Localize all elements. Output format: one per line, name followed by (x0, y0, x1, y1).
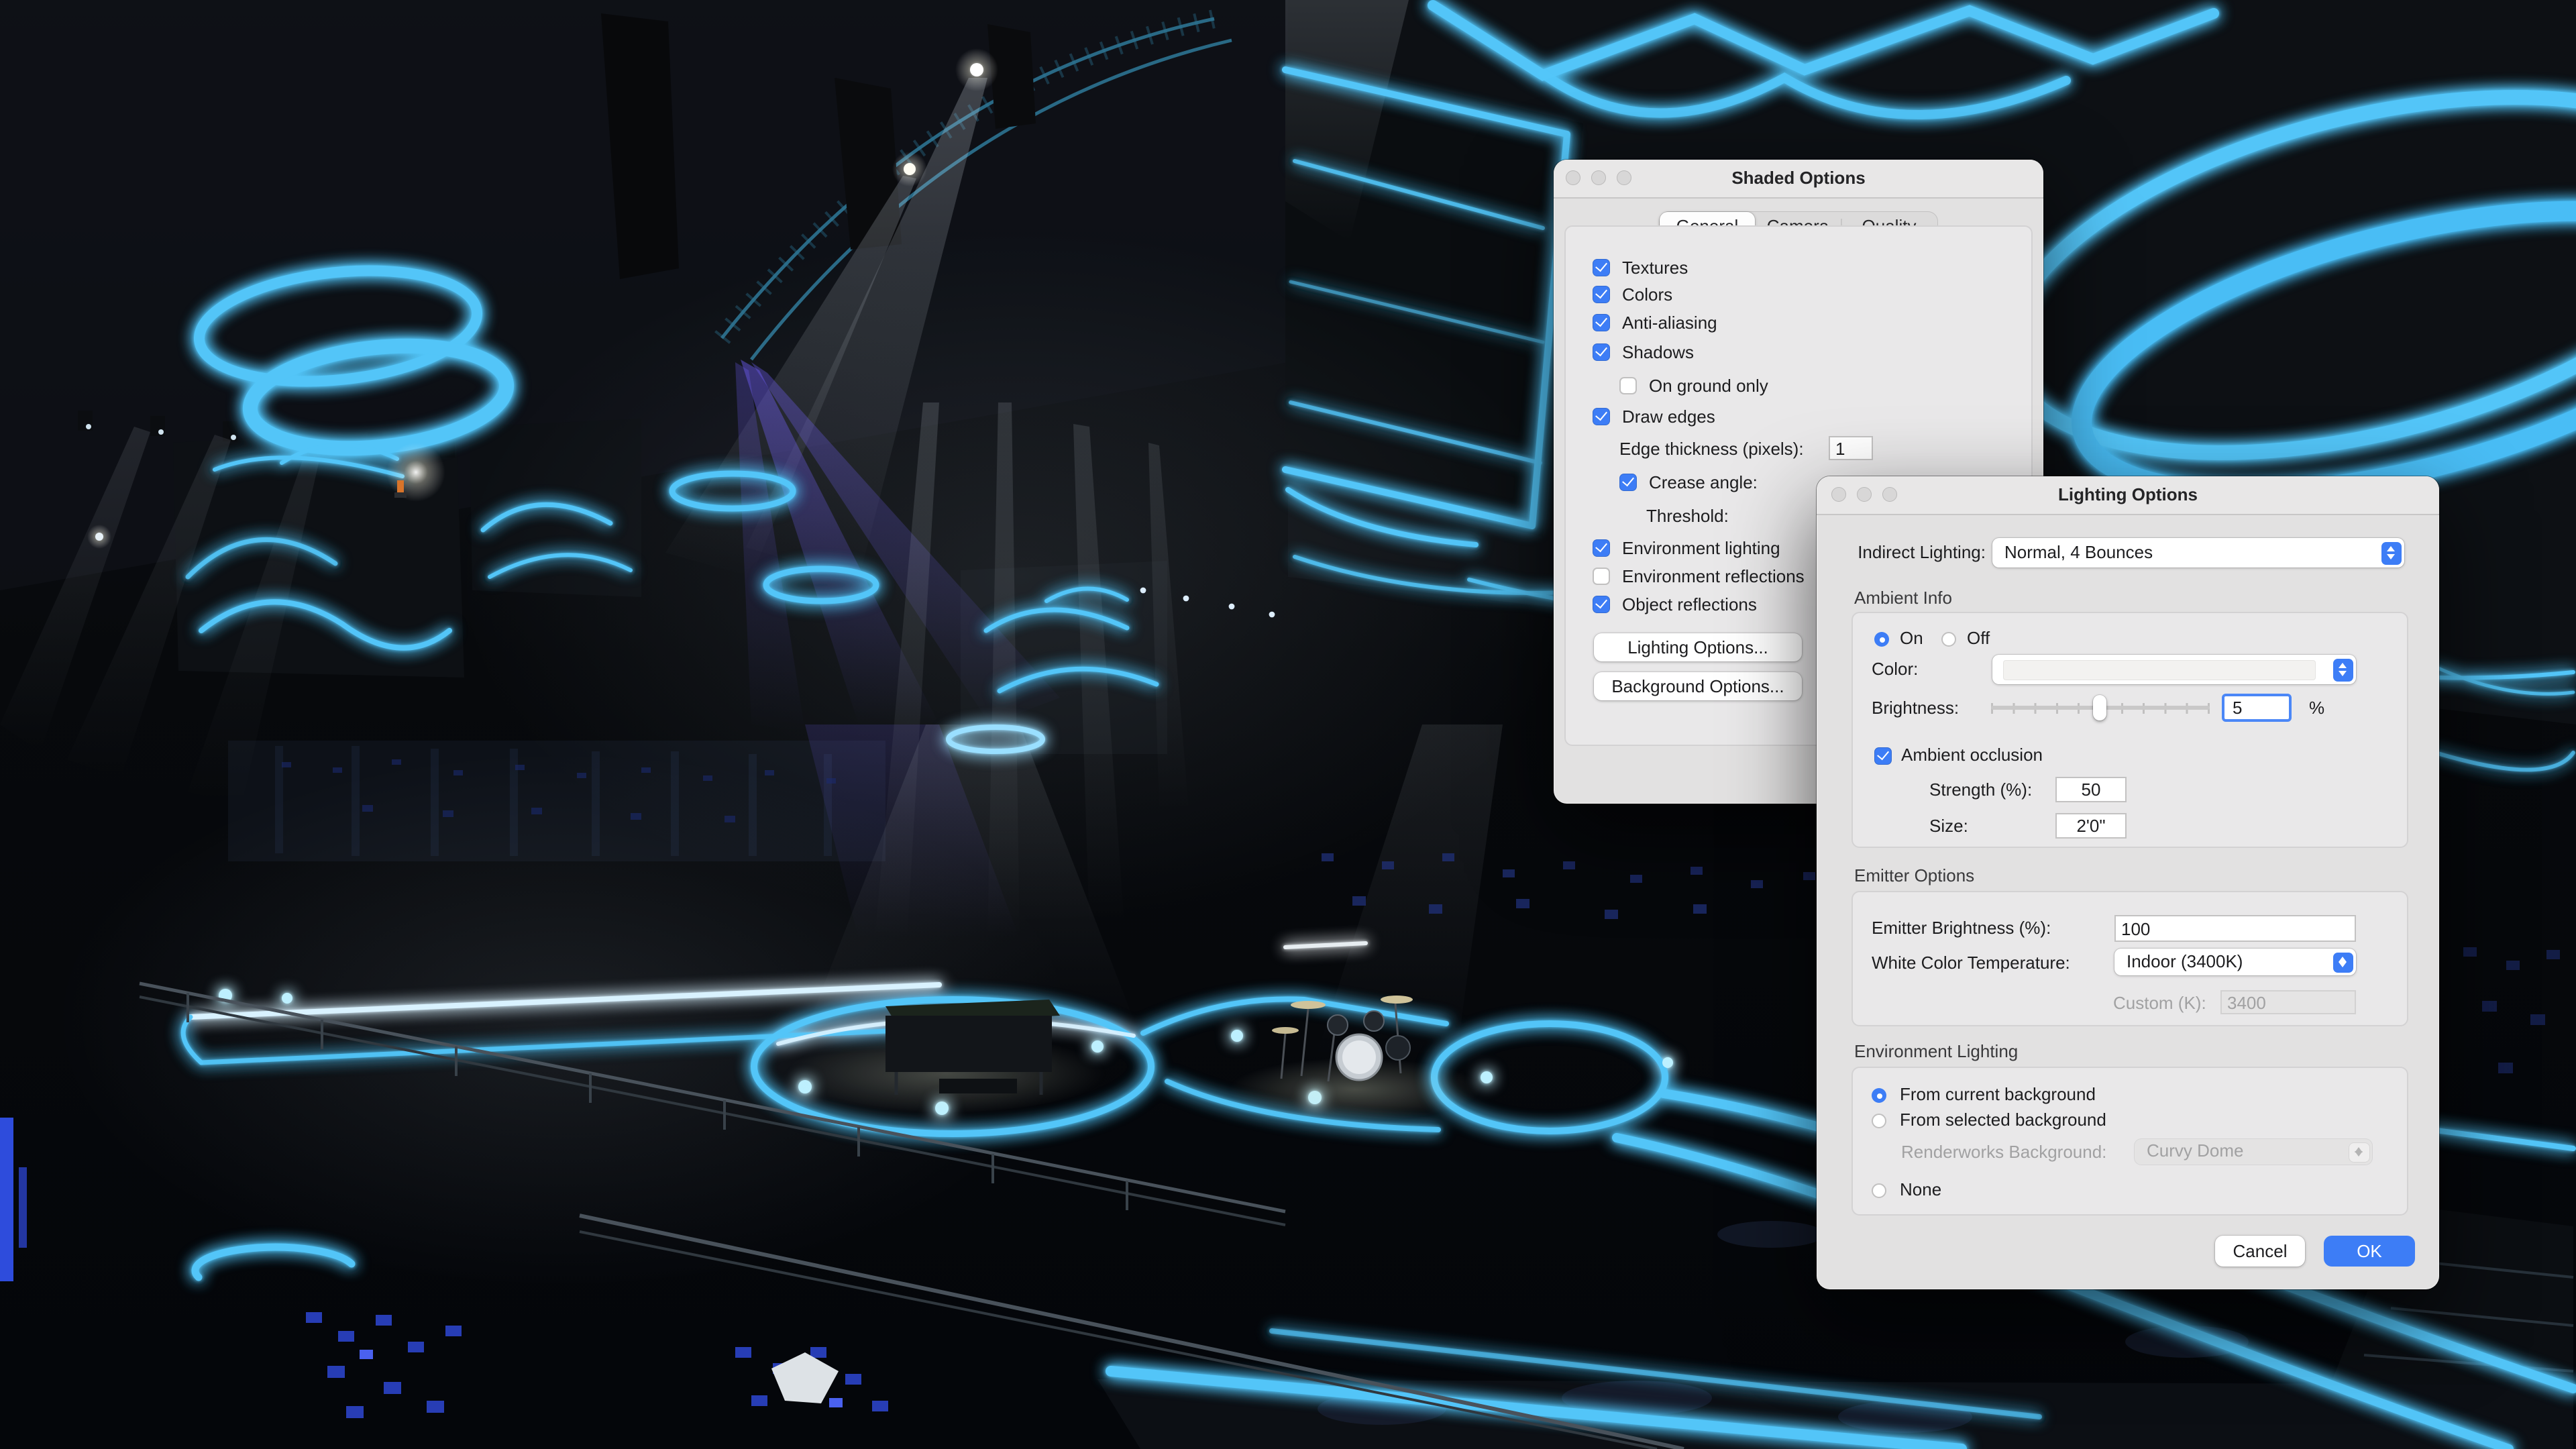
environment-lighting-heading: Environment Lighting (1854, 1041, 2018, 1063)
edge-thickness-input[interactable] (1829, 436, 1873, 460)
chevron-down-icon (2354, 1152, 2362, 1157)
chevron-up-icon (2338, 956, 2346, 961)
anti-aliasing-checkbox[interactable] (1593, 314, 1610, 331)
edge-thickness-label: Edge thickness (pixels): (1619, 439, 1804, 460)
emitter-brightness-label: Emitter Brightness (%): (1872, 918, 2051, 939)
cancel-button[interactable]: Cancel (2215, 1236, 2305, 1267)
white-color-temperature-value: Indoor (3400K) (2127, 949, 2356, 974)
shadows-label: Shadows (1622, 342, 1694, 364)
lighting-options-button[interactable]: Lighting Options... (1594, 633, 1802, 661)
lighting-options-title: Lighting Options (1817, 476, 2439, 514)
draw-edges-label: Draw edges (1622, 407, 1715, 428)
lighting-options-dialog: Lighting Options Indirect Lighting: Norm… (1817, 476, 2439, 1289)
from-current-background-label: From current background (1900, 1084, 2096, 1106)
environment-reflections-label: Environment reflections (1622, 566, 1805, 588)
custom-k-input (2220, 990, 2356, 1014)
threshold-label: Threshold: (1646, 506, 1729, 527)
brightness-label: Brightness: (1872, 698, 1959, 719)
colors-label: Colors (1622, 284, 1672, 306)
ambient-off-radio[interactable] (1941, 632, 1956, 647)
ambient-color-label: Color: (1872, 659, 1918, 680)
stepper-icon[interactable] (2332, 658, 2353, 681)
ambient-on-radio[interactable] (1874, 632, 1889, 647)
ambient-info-heading: Ambient Info (1854, 588, 1952, 609)
crease-angle-checkbox[interactable] (1619, 474, 1637, 491)
application-viewport: Shaded Options General Camera Quality Te… (0, 0, 2576, 1449)
shaded-options-titlebar[interactable]: Shaded Options (1554, 160, 2043, 199)
shaded-options-title: Shaded Options (1554, 160, 2043, 197)
custom-k-label: Custom (K): (2113, 993, 2206, 1014)
brightness-input[interactable] (2222, 694, 2292, 722)
emitter-options-heading: Emitter Options (1854, 865, 1974, 887)
from-selected-background-radio[interactable] (1872, 1114, 1886, 1128)
ambient-occlusion-label: Ambient occlusion (1901, 745, 2043, 766)
brightness-unit: % (2309, 698, 2324, 719)
lighting-options-titlebar[interactable]: Lighting Options (1817, 476, 2439, 515)
renderworks-background-value: Curvy Dome (2147, 1139, 2372, 1163)
chevron-up-icon (2338, 662, 2346, 667)
stepper-icon[interactable] (2381, 541, 2401, 564)
renderworks-background-dropdown: Curvy Dome (2135, 1139, 2372, 1165)
renderworks-background-label: Renderworks Background: (1901, 1142, 2106, 1163)
stepper-icon[interactable] (2332, 952, 2353, 972)
shadows-checkbox[interactable] (1593, 343, 1610, 361)
environment-lighting-label: Environment lighting (1622, 538, 1780, 559)
object-reflections-checkbox[interactable] (1593, 596, 1610, 613)
chevron-down-icon (2386, 555, 2394, 560)
size-input[interactable] (2055, 813, 2127, 839)
stepper-icon (2349, 1142, 2369, 1161)
crease-angle-label: Crease angle: (1649, 472, 1758, 494)
none-label: None (1900, 1179, 1941, 1201)
chevron-down-icon (2338, 963, 2346, 968)
environment-lighting-checkbox[interactable] (1593, 539, 1610, 557)
white-color-temperature-dropdown[interactable]: Indoor (3400K) (2114, 949, 2356, 975)
draw-edges-checkbox[interactable] (1593, 408, 1610, 425)
on-ground-only-label: On ground only (1649, 376, 1768, 397)
textures-checkbox[interactable] (1593, 259, 1610, 276)
brightness-slider-thumb[interactable] (2093, 695, 2106, 720)
ambient-info-groupbox (1851, 612, 2408, 848)
ambient-on-label: On (1900, 628, 1923, 649)
white-color-temperature-label: White Color Temperature: (1872, 953, 2070, 974)
background-options-button[interactable]: Background Options... (1594, 672, 1802, 700)
color-swatch (2003, 659, 2316, 680)
chevron-up-icon (2386, 545, 2394, 551)
size-label: Size: (1929, 816, 1968, 837)
colors-checkbox[interactable] (1593, 286, 1610, 303)
indirect-lighting-dropdown[interactable]: Normal, 4 Bounces (1992, 538, 2404, 568)
emitter-brightness-input[interactable] (2114, 915, 2356, 942)
chevron-down-icon (2338, 672, 2346, 677)
none-radio[interactable] (1872, 1183, 1886, 1198)
strength-input[interactable] (2055, 777, 2127, 802)
ambient-off-label: Off (1967, 628, 1990, 649)
anti-aliasing-label: Anti-aliasing (1622, 313, 1717, 334)
indirect-lighting-value: Normal, 4 Bounces (2004, 538, 2404, 566)
strength-label: Strength (%): (1929, 780, 2032, 801)
from-selected-background-label: From selected background (1900, 1110, 2106, 1131)
ambient-color-dropdown[interactable] (1992, 655, 2356, 684)
environment-reflections-checkbox[interactable] (1593, 568, 1610, 585)
textures-label: Textures (1622, 258, 1688, 279)
brightness-slider[interactable] (1991, 695, 2210, 720)
ok-button[interactable]: OK (2324, 1236, 2415, 1267)
from-current-background-radio[interactable] (1872, 1088, 1886, 1103)
indirect-lighting-label: Indirect Lighting: (1827, 542, 1986, 564)
on-ground-only-checkbox[interactable] (1619, 377, 1637, 394)
ambient-occlusion-checkbox[interactable] (1874, 747, 1892, 765)
object-reflections-label: Object reflections (1622, 594, 1757, 616)
